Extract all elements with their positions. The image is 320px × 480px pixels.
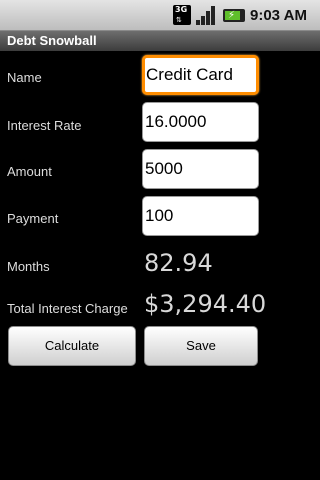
amount-input[interactable] bbox=[142, 149, 259, 189]
app-title: Debt Snowball bbox=[7, 33, 97, 48]
status-bar: 3G ⇅ ⚡ 9:03 AM bbox=[0, 0, 320, 31]
calculate-button[interactable]: Calculate bbox=[8, 326, 136, 366]
interest-rate-label: Interest Rate bbox=[7, 118, 82, 133]
name-input[interactable] bbox=[142, 55, 259, 95]
status-time: 9:03 AM bbox=[250, 7, 307, 24]
signal-strength-icon bbox=[195, 5, 217, 25]
total-interest-value: $3,294.40 bbox=[144, 290, 267, 318]
amount-label: Amount bbox=[7, 164, 52, 179]
months-label: Months bbox=[7, 259, 50, 274]
total-interest-label: Total Interest Charge bbox=[7, 301, 128, 316]
name-label: Name bbox=[7, 70, 42, 85]
battery-charging-icon: ⚡ bbox=[223, 9, 245, 22]
app-title-bar: Debt Snowball bbox=[0, 31, 320, 51]
network-3g-icon: 3G ⇅ bbox=[173, 5, 191, 25]
payment-input[interactable] bbox=[142, 196, 259, 236]
payment-label: Payment bbox=[7, 211, 59, 226]
save-button[interactable]: Save bbox=[144, 326, 258, 366]
interest-rate-input[interactable] bbox=[142, 102, 259, 142]
months-value: 82.94 bbox=[144, 249, 213, 277]
